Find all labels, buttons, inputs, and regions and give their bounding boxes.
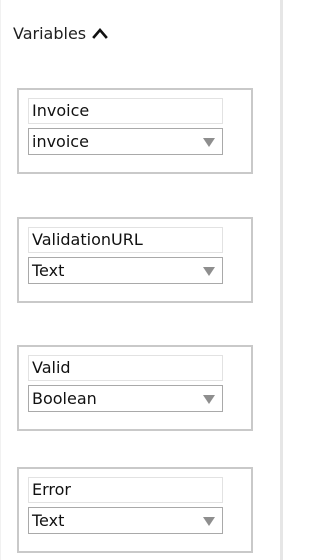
variable-type-select[interactable]: Text [28,507,223,534]
dropdown-arrow-icon [203,267,215,276]
variable-type-value: Text [32,261,65,280]
variable-card-validationurl: ValidationURL Text [17,217,253,303]
variable-type-value: invoice [32,132,89,151]
dropdown-arrow-icon [203,395,215,404]
variables-panel: Variables Invoice invoice ValidationURL … [0,0,283,560]
variable-card-valid: Valid Boolean [17,345,253,431]
variable-card-invoice: Invoice invoice [17,88,253,174]
variable-name-input[interactable]: Invoice [28,98,223,124]
variable-type-select[interactable]: invoice [28,128,223,155]
chevron-up-icon[interactable] [92,26,108,40]
dropdown-arrow-icon [203,138,215,147]
variables-header[interactable]: Variables [13,20,108,46]
variable-name-input[interactable]: Error [28,477,223,503]
dropdown-arrow-icon [203,517,215,526]
variable-type-select[interactable]: Boolean [28,385,223,412]
variable-name-input[interactable]: ValidationURL [28,227,223,253]
variable-type-value: Text [32,511,65,530]
variables-header-label: Variables [13,23,87,43]
variable-card-error: Error Text [17,467,253,553]
variable-type-value: Boolean [32,389,97,408]
variable-type-select[interactable]: Text [28,257,223,284]
variable-name-input[interactable]: Valid [28,355,223,381]
